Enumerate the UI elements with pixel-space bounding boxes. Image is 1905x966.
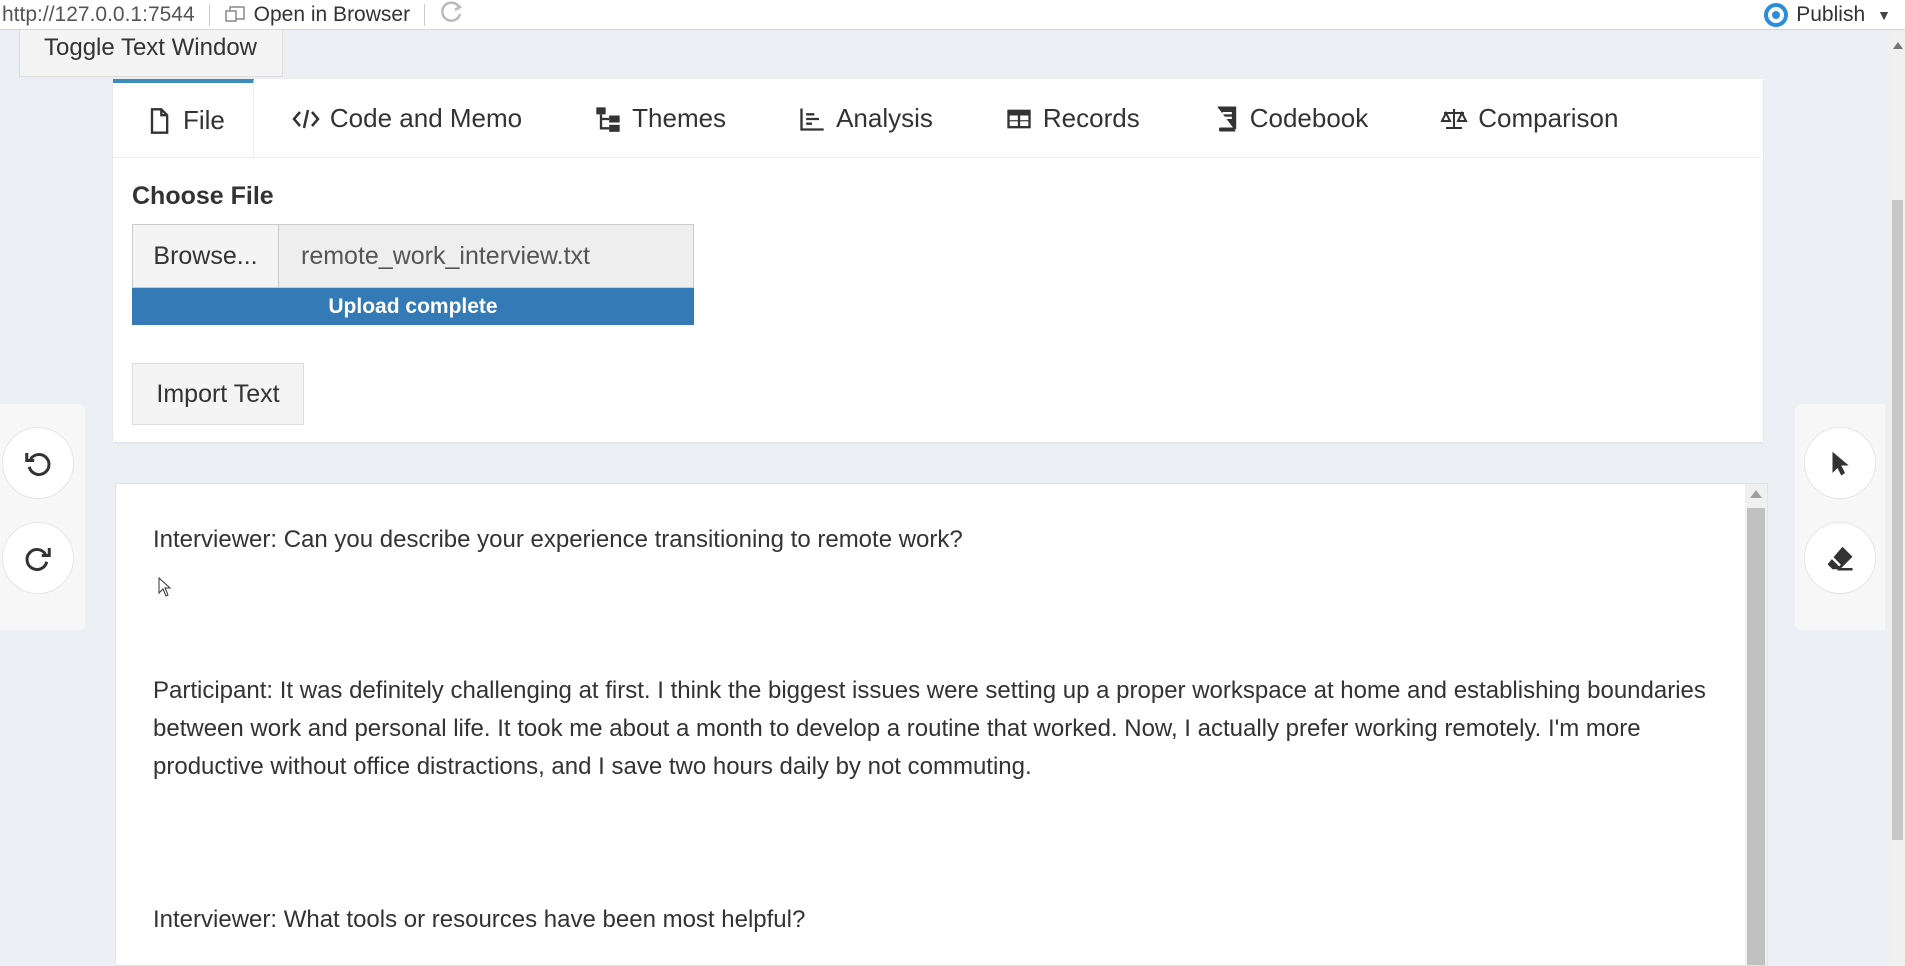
- scroll-up-icon[interactable]: [1750, 490, 1762, 498]
- undo-button[interactable]: [2, 427, 74, 499]
- table-icon: [1005, 105, 1033, 133]
- tab-bar: File Code and Memo Themes Analysis Recor…: [113, 79, 1763, 158]
- tab-themes[interactable]: Themes: [556, 79, 760, 158]
- refresh-icon[interactable]: [439, 0, 465, 31]
- tab-label: Comparison: [1478, 103, 1619, 133]
- document-text[interactable]: Interviewer: Can you describe your exper…: [153, 521, 1713, 939]
- choose-file-label: Choose File: [132, 182, 274, 210]
- publish-button[interactable]: Publish ▼: [1764, 0, 1891, 30]
- code-icon: [292, 105, 320, 133]
- file-icon: [145, 107, 173, 135]
- tab-label: Analysis: [836, 103, 933, 133]
- open-in-browser-button[interactable]: Open in Browser: [224, 3, 410, 27]
- redo-icon: [25, 548, 51, 572]
- tools-panel: [1795, 404, 1885, 630]
- text-window[interactable]: Interviewer: Can you describe your exper…: [115, 483, 1768, 966]
- url-label: http://127.0.0.1:7544: [2, 2, 195, 26]
- open-window-icon: [224, 5, 245, 22]
- scrollbar-thumb[interactable]: [1747, 508, 1765, 965]
- chevron-down-icon[interactable]: ▼: [1877, 7, 1891, 23]
- file-input[interactable]: Browse... remote_work_interview.txt: [132, 224, 694, 288]
- eraser-tool-button[interactable]: [1804, 522, 1876, 594]
- toolbar-divider: [208, 3, 210, 26]
- scrollbar-thumb[interactable]: [1892, 200, 1903, 840]
- tab-codebook[interactable]: Codebook: [1174, 79, 1403, 158]
- upload-progress-bar: Upload complete: [132, 288, 694, 325]
- tab-panel: File Code and Memo Themes Analysis Recor…: [113, 79, 1763, 442]
- publish-icon: [1764, 3, 1789, 27]
- filename-field[interactable]: remote_work_interview.txt: [279, 225, 693, 287]
- paragraph[interactable]: Interviewer: What tools or resources hav…: [153, 901, 1713, 939]
- tab-label: File: [183, 105, 225, 135]
- sitemap-icon: [594, 105, 622, 133]
- toggle-text-window-button[interactable]: Toggle Text Window: [19, 30, 283, 77]
- scroll-up-icon[interactable]: [1893, 42, 1903, 49]
- text-scrollbar[interactable]: [1745, 484, 1767, 965]
- tab-code-and-memo[interactable]: Code and Memo: [254, 79, 556, 158]
- upload-status: Upload complete: [328, 294, 498, 318]
- toolbar-divider: [424, 3, 426, 26]
- balance-scale-icon: [1440, 105, 1468, 133]
- page-scrollbar[interactable]: [1890, 30, 1905, 966]
- tab-analysis[interactable]: Analysis: [760, 79, 967, 158]
- undo-icon: [25, 453, 51, 477]
- browse-button[interactable]: Browse...: [133, 225, 279, 287]
- viewer-toolbar: http://127.0.0.1:7544 Open in Browser Pu…: [0, 0, 1905, 30]
- paragraph[interactable]: Interviewer: Can you describe your exper…: [153, 521, 1713, 559]
- select-tool-button[interactable]: [1804, 427, 1876, 499]
- tab-label: Codebook: [1249, 103, 1369, 133]
- eraser-icon: [1827, 546, 1853, 571]
- tab-file[interactable]: File: [113, 79, 254, 158]
- undo-redo-panel: [0, 404, 85, 630]
- chart-icon: [798, 105, 826, 133]
- book-icon: [1212, 105, 1240, 133]
- cursor-icon: [1832, 451, 1849, 476]
- tab-label: Code and Memo: [329, 103, 523, 133]
- open-in-browser-label: Open in Browser: [253, 2, 411, 26]
- paragraph[interactable]: Participant: It was definitely challengi…: [153, 672, 1713, 786]
- redo-button[interactable]: [2, 522, 74, 594]
- tab-label: Records: [1042, 103, 1140, 133]
- publish-label: Publish: [1796, 3, 1866, 26]
- tab-label: Themes: [632, 103, 727, 133]
- import-text-button[interactable]: Import Text: [132, 363, 304, 425]
- tab-records[interactable]: Records: [967, 79, 1174, 158]
- mouse-pointer-icon: [158, 577, 172, 597]
- tab-comparison[interactable]: Comparison: [1402, 79, 1652, 158]
